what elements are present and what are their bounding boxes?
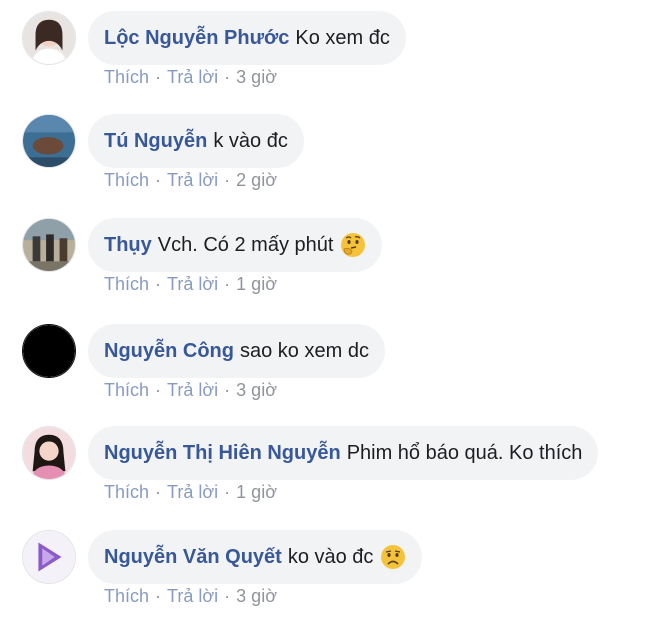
comment-author[interactable]: Nguyễn Công: [104, 340, 234, 363]
separator: ·: [155, 170, 162, 190]
separator: ·: [155, 380, 162, 400]
like-link[interactable]: Thích: [104, 170, 149, 190]
like-link[interactable]: Thích: [104, 482, 149, 502]
separator: ·: [224, 67, 231, 87]
comment-author[interactable]: Nguyễn Văn Quyết: [104, 546, 282, 569]
separator: ·: [224, 586, 231, 606]
comment-author[interactable]: Thụy: [104, 234, 152, 257]
comment-time[interactable]: 2 giờ: [236, 170, 277, 190]
reply-link[interactable]: Trả lời: [167, 67, 218, 87]
separator: ·: [224, 482, 231, 502]
reply-link[interactable]: Trả lời: [167, 170, 218, 190]
comment-time[interactable]: 3 giờ: [236, 380, 277, 400]
comment-author[interactable]: Nguyễn Thị Hiên Nguyễn: [104, 442, 341, 465]
comment-text: Vch. Có 2 mấy phút: [157, 233, 334, 256]
comment: Thụy Vch. Có 2 mấy phút Thích · Trả lời · 1 …: [22, 218, 652, 318]
comment-time[interactable]: 3 giờ: [236, 67, 277, 87]
thinking-face-icon: [340, 232, 366, 258]
like-link[interactable]: Thích: [104, 586, 149, 606]
comment-text: Ko xem đc: [295, 26, 390, 49]
comment-bubble: Lộc Nguyễn Phước Ko xem đc: [88, 11, 406, 65]
comment-bubble: Thụy Vch. Có 2 mấy phút: [88, 218, 383, 272]
separator: ·: [155, 586, 162, 606]
comment-author[interactable]: Tú Nguyễn: [104, 130, 207, 153]
reply-link[interactable]: Trả lời: [167, 482, 218, 502]
separator: ·: [224, 170, 231, 190]
comment-bubble: Tú Nguyễn k vào đc: [88, 114, 304, 168]
comment-text: Phim hổ báo quá. Ko thích: [346, 441, 583, 464]
reply-link[interactable]: Trả lời: [167, 274, 218, 294]
comment-author[interactable]: Lộc Nguyễn Phước: [104, 27, 289, 50]
reply-link[interactable]: Trả lời: [167, 380, 218, 400]
comment-actions: Thích · Trả lời · 2 giờ: [104, 170, 277, 191]
comment: Nguyễn Công sao ko xem dc Thích · Trả lời ·…: [22, 324, 652, 424]
comment-text: ko vào đc: [287, 545, 374, 568]
comment-bubble: Nguyễn Thị Hiên Nguyễn Phim hổ báo quá. …: [88, 426, 599, 480]
comment: Lộc Nguyễn Phước Ko xem đc Thích · Trả lời…: [22, 11, 652, 111]
separator: ·: [155, 482, 162, 502]
like-link[interactable]: Thích: [104, 67, 149, 87]
comment-text: sao ko xem dc: [240, 339, 369, 362]
avatar[interactable]: [22, 114, 76, 168]
comment-actions: Thích · Trả lời · 3 giờ: [104, 380, 277, 401]
separator: ·: [224, 274, 231, 294]
comment-time[interactable]: 1 giờ: [236, 482, 277, 502]
comment-bubble: Nguyễn Văn Quyết ko vào đc: [88, 530, 423, 584]
avatar[interactable]: [22, 530, 76, 584]
like-link[interactable]: Thích: [104, 380, 149, 400]
comment-actions: Thích · Trả lời · 3 giờ: [104, 67, 277, 88]
separator: ·: [224, 380, 231, 400]
separator: ·: [155, 274, 162, 294]
avatar[interactable]: [22, 11, 76, 65]
like-link[interactable]: Thích: [104, 274, 149, 294]
reply-link[interactable]: Trả lời: [167, 586, 218, 606]
comment-actions: Thích · Trả lời · 1 giờ: [104, 274, 277, 295]
avatar[interactable]: [22, 218, 76, 272]
comment: Nguyễn Thị Hiên Nguyễn Phim hổ báo quá. …: [22, 426, 652, 526]
comment: Tú Nguyễn k vào đc Thích · Trả lời · 2 giờ: [22, 114, 652, 214]
comment-actions: Thích · Trả lời · 3 giờ: [104, 586, 277, 607]
disappointed-face-icon: [380, 544, 406, 570]
comment-time[interactable]: 1 giờ: [236, 274, 277, 294]
separator: ·: [155, 67, 162, 87]
comment-bubble: Nguyễn Công sao ko xem dc: [88, 324, 385, 378]
comment-text: k vào đc: [213, 129, 288, 152]
avatar[interactable]: [22, 324, 76, 378]
avatar[interactable]: [22, 426, 76, 480]
comment: Nguyễn Văn Quyết ko vào đc Thích · Trả lời…: [22, 530, 652, 630]
comment-actions: Thích · Trả lời · 1 giờ: [104, 482, 277, 503]
comment-time[interactable]: 3 giờ: [236, 586, 277, 606]
